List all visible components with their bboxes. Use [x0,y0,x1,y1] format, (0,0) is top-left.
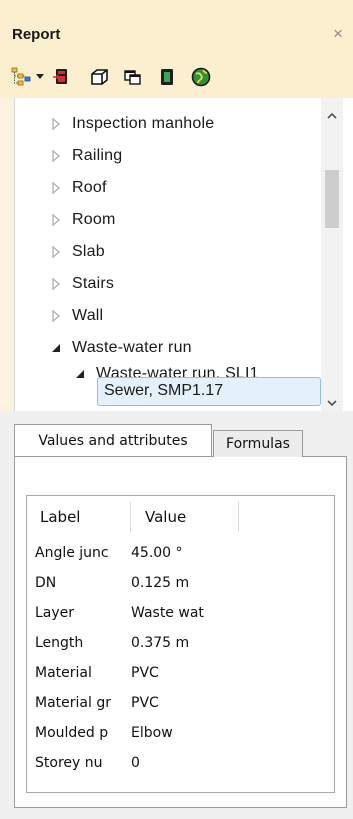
tree-item-railing[interactable]: Railing [48,140,122,172]
row-value: 0 [131,755,140,771]
close-icon[interactable]: × [333,24,343,44]
grid-row[interactable]: Material PVC [35,658,159,688]
hierarchy-dropdown-arrow[interactable] [36,74,44,79]
tree-item-wall[interactable]: Wall [48,300,103,332]
expand-arrow-icon[interactable] [48,244,64,260]
row-label: DN [35,575,57,591]
row-value: 0.125 m [131,575,190,591]
expand-arrow-icon[interactable] [48,212,64,228]
row-label: Angle junc [35,545,109,561]
row-value: PVC [131,695,159,711]
tree-item-label: Wall [72,307,104,324]
grid-row[interactable]: Layer Waste wat [35,598,204,628]
tree-item-label: Inspection manhole [72,115,215,132]
grid-row[interactable]: DN 0.125 m [35,568,189,598]
tree-item-label: Roof [72,179,107,196]
column-header-value[interactable]: Value [145,496,186,538]
scroll-up-icon[interactable] [327,108,337,119]
row-value: 0.375 m [131,635,190,651]
grid-row[interactable]: Moulded p Elbow [35,718,173,748]
column-header-label[interactable]: Label [40,496,80,538]
collapse-arrow-icon[interactable] [72,366,88,382]
tree-item-label: Sewer, SMP1.17 [104,382,224,399]
expand-arrow-icon[interactable] [48,276,64,292]
row-value: Waste wat [131,605,204,621]
expand-arrow-icon[interactable] [48,148,64,164]
tab-formulas[interactable]: Formulas [213,430,303,457]
row-value: PVC [131,665,159,681]
expand-arrow-icon[interactable] [48,116,64,132]
row-label: Material gr [35,695,111,711]
report-panel: Report × Inspection manhole Railing Roof… [0,0,353,819]
row-value: 45.00 ° [131,545,183,561]
copy-windows-icon[interactable] [120,64,146,90]
tree-item-label: Slab [72,243,105,260]
scroll-down-icon[interactable] [327,395,337,407]
grid-row[interactable]: Length 0.375 m [35,628,189,658]
panel-titlebar: Report × [0,0,353,56]
tree-scrollbar[interactable] [321,98,343,411]
column-divider[interactable] [238,502,239,532]
row-label: Moulded p [35,725,109,741]
tree-item-room[interactable]: Room [48,204,115,236]
tree-item-inspection-manhole[interactable]: Inspection manhole [48,108,214,140]
row-label: Storey nu [35,755,103,771]
tab-label: Formulas [226,436,290,452]
grid-row[interactable]: Angle junc 45.00 ° [35,538,183,568]
tree-item-stairs[interactable]: Stairs [48,268,114,300]
tree-item-slab[interactable]: Slab [48,236,105,268]
grid-row[interactable]: Storey nu 0 [35,748,140,778]
3d-box-icon[interactable] [86,64,112,90]
panel-title: Report [12,26,61,43]
scrollbar-thumb[interactable] [325,170,339,228]
expand-arrow-icon[interactable] [48,180,64,196]
collapse-arrow-icon[interactable] [48,340,64,356]
tree-item-label: Stairs [72,275,115,292]
globe-icon[interactable] [188,64,214,90]
row-label: Material [35,665,92,681]
tree-item-label: Waste-water run [72,339,192,356]
tree-item-roof[interactable]: Roof [48,172,107,204]
expand-arrow-icon[interactable] [48,308,64,324]
report-book-icon[interactable] [154,64,180,90]
tab-values-and-attributes[interactable]: Values and attributes [14,424,212,456]
export-red-icon[interactable] [48,64,74,90]
tree-item-label: Railing [72,147,123,164]
tree-item-label: Room [72,211,116,228]
column-divider[interactable] [130,502,131,532]
row-label: Length [35,635,84,651]
tab-label: Values and attributes [38,432,188,449]
row-value: Elbow [131,725,173,741]
report-toolbar [0,56,353,98]
grid-row[interactable]: Material gr PVC [35,688,159,718]
attributes-grid: Label Value Angle junc 45.00 ° DN 0.125 … [26,495,335,793]
hierarchy-icon[interactable] [8,64,34,90]
row-label: Layer [35,605,75,621]
